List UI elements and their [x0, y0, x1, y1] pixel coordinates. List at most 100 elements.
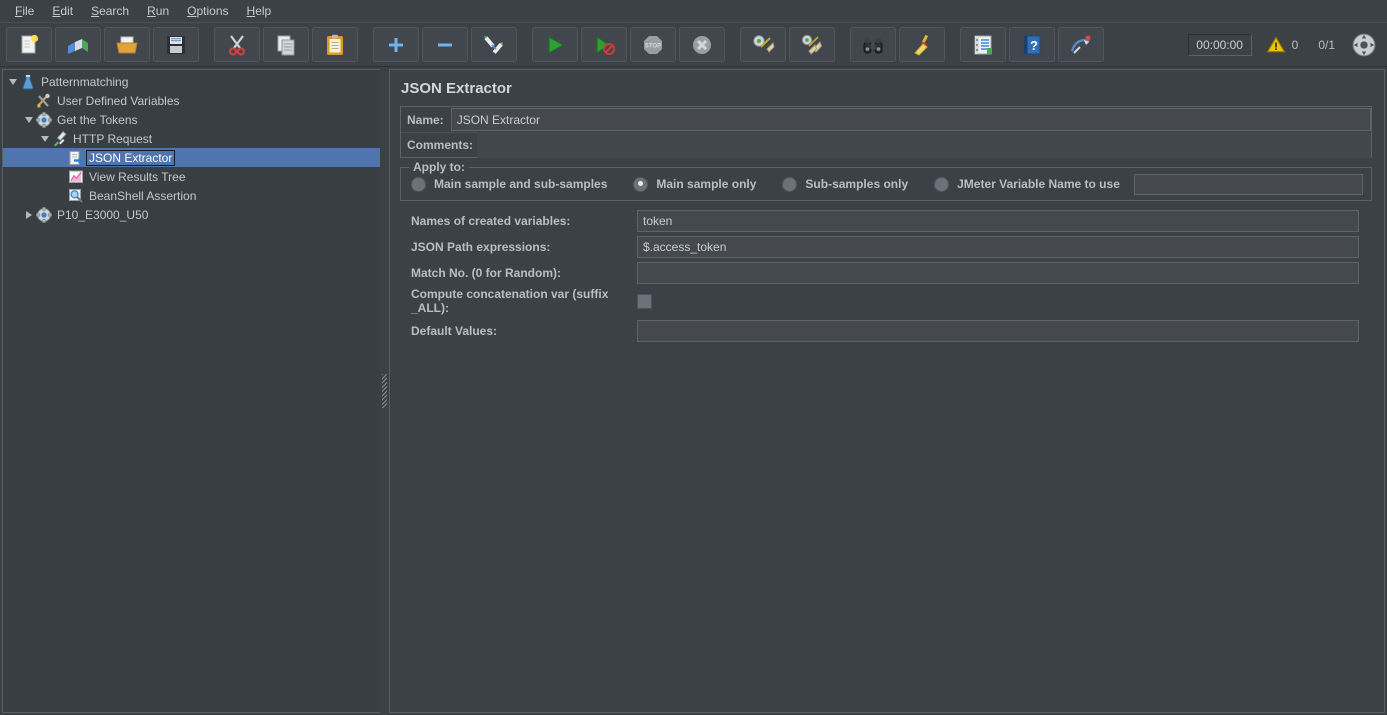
templates-button[interactable] [55, 27, 101, 62]
expand-triangle-down-icon[interactable] [38, 129, 51, 148]
cut-button[interactable] [214, 27, 260, 62]
tree-node-label: View Results Tree [89, 169, 186, 184]
stop-sign-icon: STOP [641, 33, 665, 57]
tree-node-json-extractor[interactable]: JSON Extractor [3, 148, 380, 167]
tree-node-beanshell-assertion[interactable]: BeanShell Assertion [3, 186, 380, 205]
apply-to-options: Main sample and sub-samples Main sample … [401, 168, 1371, 200]
name-comments-box: Name: Comments: [400, 106, 1372, 158]
warning-triangle-icon[interactable] [1266, 35, 1286, 55]
apply-to-legend: Apply to: [409, 160, 469, 174]
new-test-plan-button[interactable] [6, 27, 52, 62]
radio-circle-icon[interactable] [411, 176, 426, 192]
radio-circle-icon[interactable] [934, 176, 950, 192]
tree-node-patternmatching[interactable]: Patternmatching [3, 72, 380, 91]
function-helper-button[interactable] [960, 27, 1006, 62]
user-defined-variables-icon [35, 92, 53, 109]
thread-group-icon [35, 111, 53, 128]
elapsed-timer: 00:00:00 [1187, 33, 1252, 56]
undo-button[interactable] [1058, 27, 1104, 62]
binoculars-icon [861, 33, 885, 57]
open-file-button[interactable] [104, 27, 150, 62]
apply-to-fieldset: Apply to: Main sample and sub-samples Ma… [400, 160, 1372, 201]
name-row: Name: [401, 107, 1371, 132]
expand-triangle-right-icon[interactable] [22, 205, 35, 224]
radio-circle-selected-icon[interactable] [633, 176, 649, 192]
names-of-created-variables-input[interactable] [637, 210, 1359, 232]
compute-concatenation-label: Compute concatenation var (suffix _ALL): [411, 287, 609, 315]
paste-button[interactable] [312, 27, 358, 62]
match-no-row: Match No. (0 for Random): [400, 262, 1372, 284]
default-values-label: Default Values: [411, 324, 498, 338]
clear-all-button[interactable] [789, 27, 835, 62]
plus-icon [384, 33, 408, 57]
menu-edit[interactable]: Edit [43, 2, 82, 20]
tree-node-label: BeanShell Assertion [89, 188, 197, 203]
tree-node-get-the-tokens[interactable]: Get the Tokens [3, 110, 380, 129]
toolbar-separator-1 [202, 28, 211, 61]
menu-search[interactable]: Search [82, 2, 138, 20]
menu-run[interactable]: Run [138, 2, 178, 20]
scissors-icon [225, 33, 249, 57]
json-path-expressions-label: JSON Path expressions: [411, 240, 551, 254]
match-no-input[interactable] [637, 262, 1359, 284]
tree-node-p10-e3000-u50[interactable]: P10_E3000_U50 [3, 205, 380, 224]
name-input[interactable] [450, 108, 1371, 131]
tree-node-label: User Defined Variables [57, 93, 180, 108]
stop-button[interactable]: STOP [630, 27, 676, 62]
radio-jmeter-variable-name[interactable]: JMeter Variable Name to use [934, 176, 1120, 192]
menu-help[interactable]: Help [238, 2, 281, 20]
radio-sub-samples-only[interactable]: Sub-samples only [782, 176, 908, 192]
collapse-all-button[interactable] [422, 27, 468, 62]
default-values-input[interactable] [637, 320, 1359, 342]
test-plan-tree[interactable]: Patternmatching User Defined Variables Get… [3, 70, 380, 224]
split-divider[interactable] [380, 67, 389, 715]
split-divider-grip[interactable] [382, 374, 387, 408]
start-button[interactable] [532, 27, 578, 62]
status-group: 00:00:00 0 0/1 [1187, 32, 1381, 58]
clear-broom-icon [751, 33, 775, 57]
shutdown-button[interactable] [679, 27, 725, 62]
save-button[interactable] [153, 27, 199, 62]
expand-triangle-down-icon[interactable] [6, 72, 19, 91]
json-path-expressions-input[interactable] [637, 236, 1359, 258]
tree-node-label: P10_E3000_U50 [57, 207, 149, 222]
toolbar-separator-6 [948, 28, 957, 61]
new-page-icon [17, 33, 41, 57]
radio-main-sample-only[interactable]: Main sample only [633, 176, 756, 192]
reset-broom-icon [910, 33, 934, 57]
tree-node-http-request[interactable]: HTTP Request [3, 129, 380, 148]
menu-file[interactable]: File [6, 2, 43, 20]
toggle-element-button[interactable] [471, 27, 517, 62]
function-book-icon [971, 33, 995, 57]
tree-node-user-defined-variables[interactable]: User Defined Variables [3, 91, 380, 110]
comments-input[interactable] [477, 132, 1371, 158]
tree-node-label: Get the Tokens [57, 112, 138, 127]
warning-count: 0 [1291, 37, 1299, 52]
expand-all-button[interactable] [373, 27, 419, 62]
radio-circle-icon[interactable] [782, 176, 798, 192]
help-button[interactable]: ? [1009, 27, 1055, 62]
radio-label: JMeter Variable Name to use [957, 177, 1120, 191]
view-results-tree-icon [67, 168, 85, 185]
search-button[interactable] [850, 27, 896, 62]
jmeter-window: File Edit Search Run Options Help STOP ?… [0, 0, 1387, 715]
menu-options[interactable]: Options [178, 2, 237, 20]
open-folder-icon [115, 33, 139, 57]
expand-triangle-down-icon[interactable] [22, 110, 35, 129]
play-green-icon [543, 33, 567, 57]
name-label: Name: [407, 112, 444, 127]
thread-group-icon [35, 206, 53, 223]
copy-button[interactable] [263, 27, 309, 62]
clear-button[interactable] [740, 27, 786, 62]
templates-icon [66, 33, 90, 57]
compute-concatenation-checkbox[interactable] [637, 293, 652, 309]
reset-status-icon[interactable] [1351, 32, 1377, 58]
reset-search-button[interactable] [899, 27, 945, 62]
active-thread-count: 0/1 [1318, 37, 1335, 52]
tree-node-label: HTTP Request [73, 131, 153, 146]
tree-node-view-results-tree[interactable]: View Results Tree [3, 167, 380, 186]
jmeter-variable-name-input[interactable] [1133, 173, 1363, 195]
start-no-pauses-button[interactable] [581, 27, 627, 62]
radio-main-sample-and-sub-samples[interactable]: Main sample and sub-samples [411, 176, 607, 192]
